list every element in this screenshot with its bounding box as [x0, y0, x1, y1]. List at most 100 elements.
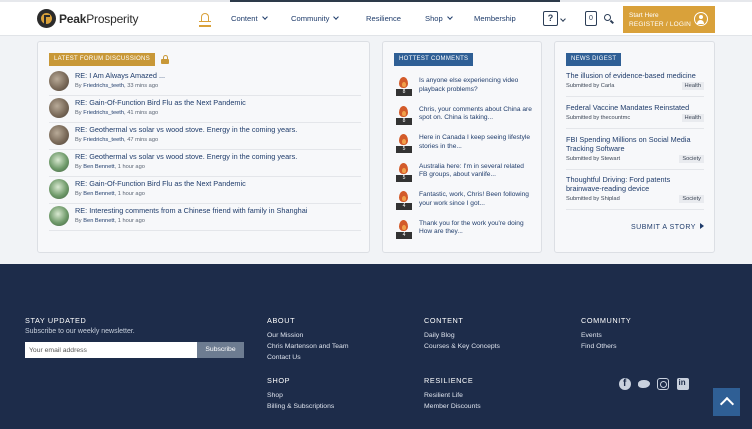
hot-comment-count: 5 — [396, 174, 412, 182]
news-item-title[interactable]: The illusion of evidence-based medicine — [566, 71, 704, 80]
footer-link-member-discounts[interactable]: Member Discounts — [424, 403, 481, 410]
forum-item-user[interactable]: Friedrichs_teeth — [83, 110, 124, 116]
forum-item-meta: By Friedrichs_teeth, 47 mins ago — [75, 137, 158, 143]
forum-item-by: By — [75, 83, 82, 89]
hot-comment-item[interactable]: 5 Australia here: I'm in several related … — [396, 162, 534, 191]
hot-comment-text[interactable]: Is anyone else experiencing video playba… — [419, 77, 532, 94]
news-item-category[interactable]: Health — [681, 82, 704, 90]
resilience-heading: RESILIENCE — [424, 376, 474, 385]
nav-content[interactable]: Content — [231, 14, 268, 23]
forum-item-user[interactable]: Ben Bennett — [83, 191, 114, 197]
subscribe-button[interactable]: Subscribe — [197, 342, 244, 358]
footer-link-team[interactable]: Chris Martenson and Team — [267, 343, 348, 350]
news-item[interactable]: FBI Spending Millions on Social Media Tr… — [566, 135, 704, 170]
nav-resilience[interactable]: Resilience — [366, 14, 401, 23]
newsletter-email-input[interactable] — [25, 342, 197, 358]
forum-item-time: 47 mins ago — [127, 137, 159, 143]
nav-community[interactable]: Community — [291, 14, 340, 23]
hot-comment-count: 4 — [396, 231, 412, 239]
bell-icon[interactable] — [199, 12, 211, 27]
forum-item[interactable]: RE: Geothermal vs solar vs wood stove. E… — [49, 150, 361, 177]
news-item-title[interactable]: FBI Spending Millions on Social Media Tr… — [566, 135, 704, 153]
nav-resilience-label: Resilience — [366, 14, 402, 23]
avatar[interactable] — [49, 179, 69, 199]
hot-comment-item[interactable]: 8 Is anyone else experiencing video playb… — [396, 77, 534, 105]
news-item-submitter: Submitted by Shiplad — [566, 196, 620, 202]
news-item[interactable]: Federal Vaccine Mandates Reinstated Submi… — [566, 103, 704, 129]
chevron-down-icon — [261, 14, 268, 20]
forum-item-user[interactable]: Friedrichs_teeth — [83, 137, 124, 143]
logo[interactable]: PeakProsperity — [37, 9, 138, 28]
forum-item[interactable]: RE: Gain-Of-Function Bird Flu as the Nex… — [49, 96, 361, 123]
hot-comment-text[interactable]: Chris, your comments about China are spo… — [419, 106, 532, 123]
facebook-icon[interactable] — [619, 378, 631, 390]
avatar[interactable] — [49, 125, 69, 145]
hot-comment-item[interactable]: 4 Thank you for the work you're doing How… — [396, 219, 534, 248]
hot-comment-item[interactable]: 5 Here in Canada I keep seeing lifestyle … — [396, 134, 534, 162]
news-item[interactable]: Thoughtful Driving: Ford patents brainwa… — [566, 175, 704, 210]
forum-item-time: 1 hour ago — [117, 218, 145, 224]
twitter-icon[interactable] — [638, 378, 650, 390]
hot-comment-text[interactable]: Australia here: I'm in several related F… — [419, 163, 532, 180]
news-item-meta: Submitted by Stewart Society — [566, 155, 704, 166]
avatar[interactable] — [49, 71, 69, 91]
forum-item-user[interactable]: Ben Bennett — [83, 218, 114, 224]
hot-comment-text[interactable]: Fantastic, work, Chris! Been following y… — [419, 191, 532, 208]
news-item-title[interactable]: Federal Vaccine Mandates Reinstated — [566, 103, 704, 112]
news-item-meta: Submitted by Shiplad Society — [566, 195, 704, 206]
forum-item-title[interactable]: RE: Gain-Of-Function Bird Flu as the Nex… — [75, 179, 246, 188]
forum-item[interactable]: RE: Geothermal vs solar vs wood stove. E… — [49, 123, 361, 150]
forum-item[interactable]: RE: Gain-Of-Function Bird Flu as the Nex… — [49, 177, 361, 204]
hot-comment-text[interactable]: Thank you for the work you're doing How … — [419, 220, 532, 237]
forum-item-user[interactable]: Ben Bennett — [83, 164, 114, 170]
nav-community-label: Community — [291, 14, 330, 23]
linkedin-icon[interactable] — [677, 378, 689, 390]
footer-link-our-mission[interactable]: Our Mission — [267, 332, 303, 339]
footer-link-daily-blog[interactable]: Daily Blog — [424, 332, 455, 339]
news-item[interactable]: The illusion of evidence-based medicine S… — [566, 71, 704, 97]
cart-icon[interactable]: 0 — [585, 11, 597, 26]
forum-item-title[interactable]: RE: I Am Always Amazed ... — [75, 71, 165, 80]
hottest-comments-panel: HOTTEST COMMENTS 8 Is anyone else experie… — [382, 41, 542, 253]
footer-link-resilient-life[interactable]: Resilient Life — [424, 392, 463, 399]
nav-membership[interactable]: Membership — [474, 14, 516, 23]
forum-item-title[interactable]: RE: Geothermal vs solar vs wood stove. E… — [75, 125, 297, 134]
footer-link-billing[interactable]: Billing & Subscriptions — [267, 403, 334, 410]
footer-link-contact[interactable]: Contact Us — [267, 354, 301, 361]
register-login-button[interactable]: Start Here REGISTER / LOGIN — [623, 6, 715, 33]
nav-shop[interactable]: Shop — [425, 14, 453, 23]
news-item-title[interactable]: Thoughtful Driving: Ford patents brainwa… — [566, 175, 704, 193]
footer-link-events[interactable]: Events — [581, 332, 602, 339]
hot-comment-item[interactable]: 8 Chris, your comments about China are sp… — [396, 105, 534, 134]
footer-link-shop[interactable]: Shop — [267, 392, 283, 399]
search-icon[interactable] — [604, 14, 614, 24]
submit-story-link[interactable]: SUBMIT A STORY — [631, 223, 704, 231]
hot-comment-count: 8 — [396, 89, 412, 96]
logo-icon — [37, 9, 56, 28]
login-button-line2: REGISTER / LOGIN — [629, 21, 692, 28]
forum-item-title[interactable]: RE: Geothermal vs solar vs wood stove. E… — [75, 152, 297, 161]
news-item-meta: Submitted by thecountmc Health — [566, 114, 704, 125]
help-chevron-down-icon[interactable] — [560, 16, 566, 22]
latest-forum-discussions-panel: LATEST FORUM DISCUSSIONS RE: I Am Always… — [37, 41, 370, 253]
avatar[interactable] — [49, 152, 69, 172]
avatar[interactable] — [49, 98, 69, 118]
forum-item-title[interactable]: RE: Gain-Of-Function Bird Flu as the Nex… — [75, 98, 246, 107]
forum-item-title[interactable]: RE: Interesting comments from a Chinese … — [75, 206, 307, 215]
shop-heading: SHOP — [267, 376, 291, 385]
back-to-top-button[interactable] — [713, 388, 740, 416]
help-icon[interactable]: ? — [543, 11, 558, 26]
forum-item-user[interactable]: Friedrichs_teeth — [83, 83, 124, 89]
avatar[interactable] — [49, 206, 69, 226]
footer-link-find-others[interactable]: Find Others — [581, 343, 617, 350]
instagram-icon[interactable] — [657, 378, 669, 390]
footer-link-courses[interactable]: Courses & Key Concepts — [424, 343, 500, 350]
news-item-category[interactable]: Society — [679, 155, 704, 163]
hot-comment-item[interactable]: 4 Fantastic, work, Chris! Been following … — [396, 191, 534, 219]
forum-item[interactable]: RE: I Am Always Amazed ... By Friedrichs_… — [49, 69, 361, 96]
news-digest-panel: NEWS DIGEST The illusion of evidence-bas… — [554, 41, 715, 253]
news-item-category[interactable]: Health — [681, 114, 704, 122]
forum-item[interactable]: RE: Interesting comments from a Chinese … — [49, 204, 361, 231]
hot-comment-text[interactable]: Here in Canada I keep seeing lifestyle s… — [419, 134, 532, 151]
news-item-category[interactable]: Society — [679, 195, 704, 203]
